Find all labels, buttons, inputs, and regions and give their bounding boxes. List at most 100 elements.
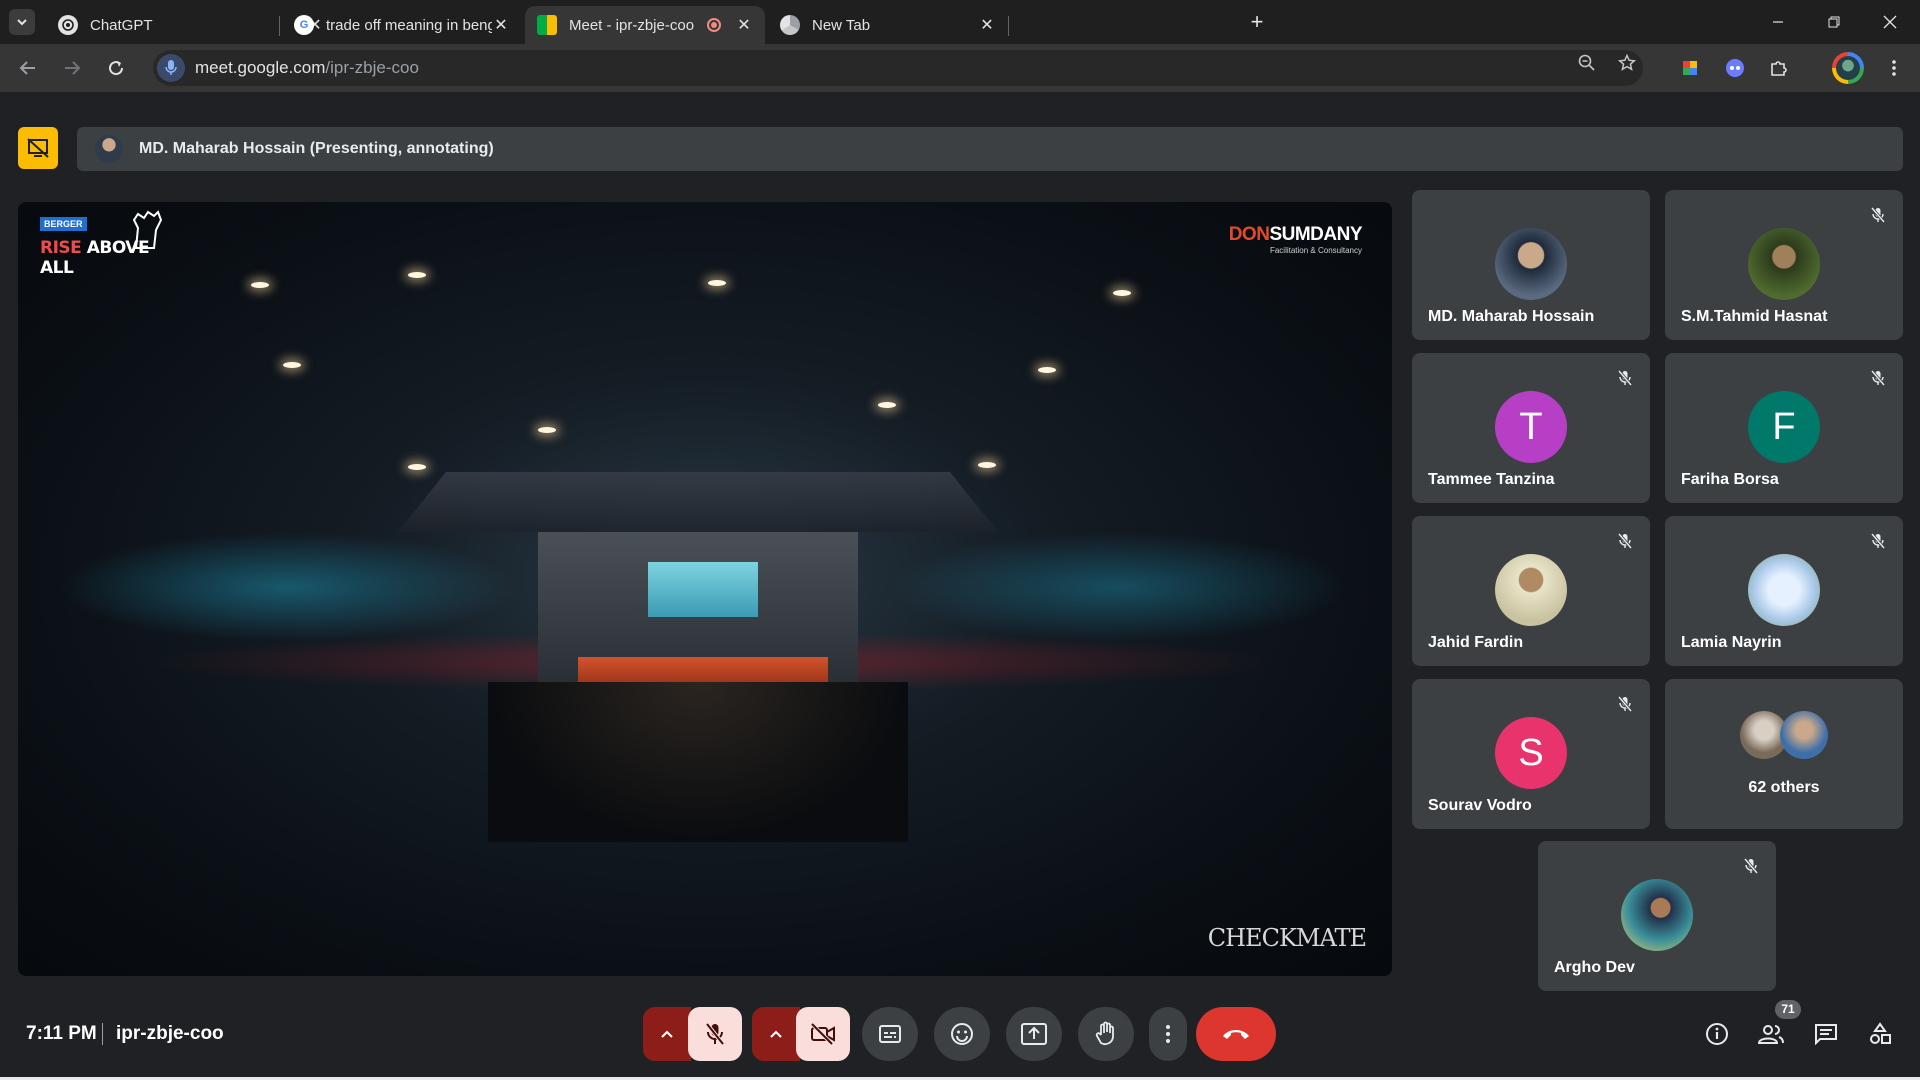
- checkmate-watermark: CHECKMATE: [1207, 924, 1367, 952]
- participant-tile[interactable]: Lamia Nayrin: [1665, 516, 1903, 666]
- camera-off-icon: [810, 1023, 835, 1045]
- address-bar[interactable]: meet.google.com/ipr-zbje-coo: [153, 50, 1643, 86]
- people-count-badge: 71: [1775, 1000, 1801, 1019]
- activities-button[interactable]: [1862, 1016, 1898, 1052]
- ceiling-light: [283, 362, 301, 368]
- sponsor-name: DONSUMDANY: [1228, 224, 1363, 246]
- close-tab-icon[interactable]: ✕: [978, 15, 996, 35]
- camera-toggle-button[interactable]: [796, 1007, 850, 1061]
- browser-menu-button[interactable]: [1880, 54, 1908, 82]
- present-off-icon: [27, 138, 49, 158]
- ceiling-light: [978, 462, 996, 468]
- participant-avatar: [1748, 554, 1820, 626]
- participant-avatar: [1621, 879, 1693, 951]
- participant-tile[interactable]: S.M.Tahmid Hasnat: [1665, 190, 1903, 340]
- berger-badge: BERGER: [40, 217, 87, 231]
- audience: [488, 682, 908, 842]
- stop-presenting-button[interactable]: [18, 127, 58, 169]
- reactions-button[interactable]: [934, 1007, 990, 1061]
- others-tile[interactable]: 62 others: [1665, 679, 1903, 829]
- stage-screen: [648, 562, 758, 617]
- sponsor-subtitle: Facilitation & Consultancy: [1269, 246, 1362, 255]
- microphone-icon: [165, 60, 177, 75]
- call-end-icon: [1223, 1030, 1249, 1039]
- others-avatar: [1780, 711, 1828, 759]
- new-tab-button[interactable]: +: [1245, 11, 1269, 35]
- tab-google-search[interactable]: G trade off meaning in bengali - G ✕: [282, 6, 522, 44]
- restore-button[interactable]: [1806, 0, 1862, 44]
- close-tab-icon[interactable]: ✕: [492, 15, 510, 35]
- meeting-details-button[interactable]: [1699, 1016, 1735, 1052]
- chat-button[interactable]: [1808, 1016, 1844, 1052]
- participant-tile[interactable]: Argho Dev: [1538, 841, 1776, 991]
- meet-icon: [537, 15, 557, 35]
- video-settings-button[interactable]: [752, 1007, 800, 1061]
- extension-mask-icon[interactable]: [1721, 54, 1749, 82]
- ceiling-light: [878, 402, 896, 408]
- back-button[interactable]: [14, 54, 42, 82]
- minimize-button[interactable]: [1750, 0, 1806, 44]
- site-info-button[interactable]: [157, 54, 185, 82]
- recording-indicator-icon: [707, 18, 721, 32]
- info-icon: [1706, 1023, 1728, 1045]
- tab-search-button[interactable]: [9, 9, 35, 35]
- forward-button[interactable]: [58, 54, 86, 82]
- others-count-label: 62 others: [1748, 779, 1820, 796]
- tab-title: New Tab: [812, 16, 871, 34]
- browser-tab-strip: ChatGPT ✕ G trade off meaning in bengali…: [0, 0, 1920, 44]
- chevron-down-icon: [17, 19, 27, 26]
- sponsor-name-part1: DON: [1228, 224, 1270, 245]
- mic-toggle-button[interactable]: [688, 1007, 742, 1061]
- participant-avatar: [1748, 228, 1820, 300]
- chevron-up-icon: [770, 1030, 782, 1038]
- captions-button[interactable]: [862, 1007, 918, 1061]
- close-window-button[interactable]: [1862, 0, 1918, 44]
- participant-tile[interactable]: MD. Maharab Hossain: [1412, 190, 1650, 340]
- tab-title: ChatGPT: [90, 16, 153, 34]
- tab-meet[interactable]: Meet - ipr-zbje-coo ✕: [525, 6, 765, 44]
- chrome-icon: [780, 15, 800, 35]
- presenter-banner: MD. Maharab Hossain (Presenting, annotat…: [77, 127, 1903, 171]
- people-button[interactable]: [1753, 1016, 1789, 1052]
- close-tab-icon[interactable]: ✕: [735, 15, 753, 35]
- ceiling-light: [538, 427, 556, 433]
- participant-tile[interactable]: F Fariha Borsa: [1665, 353, 1903, 503]
- ceiling-light: [251, 282, 269, 288]
- raised-fist-icon: [132, 210, 163, 249]
- participant-tile[interactable]: Jahid Fardin: [1412, 516, 1650, 666]
- present-to-all-icon: [1021, 1023, 1047, 1045]
- divider: [102, 1023, 103, 1045]
- participant-avatar: [1495, 228, 1567, 300]
- mic-off-icon: [1738, 853, 1764, 879]
- reload-button[interactable]: [102, 54, 130, 82]
- profile-photo: [1836, 56, 1860, 80]
- chatgpt-icon: [58, 15, 78, 35]
- ceiling-light: [1038, 367, 1056, 373]
- participant-name: S.M.Tahmid Hasnat: [1681, 308, 1828, 325]
- more-options-button[interactable]: [1149, 1007, 1187, 1061]
- present-now-button[interactable]: [1006, 1007, 1062, 1061]
- leave-call-button[interactable]: [1196, 1007, 1276, 1061]
- presenter-label: MD. Maharab Hossain (Presenting, annotat…: [139, 140, 494, 157]
- url-text[interactable]: meet.google.com/ipr-zbje-coo: [195, 58, 419, 78]
- meet-controls-bar: 7:11 PM ipr-zbje-coo 71: [0, 1000, 1920, 1080]
- raise-hand-button[interactable]: [1078, 1007, 1134, 1061]
- audio-settings-button[interactable]: [643, 1007, 691, 1061]
- chat-icon: [1815, 1024, 1837, 1045]
- zoom-icon[interactable]: [1576, 52, 1598, 74]
- extension-colorful-icon[interactable]: [1676, 54, 1704, 82]
- tab-title: Meet - ipr-zbje-coo: [569, 16, 695, 34]
- arrow-right-icon: [65, 61, 81, 75]
- url-path: /ipr-zbje-coo: [325, 58, 419, 77]
- participant-tile[interactable]: S Sourav Vodro: [1412, 679, 1650, 829]
- bookmark-star-icon[interactable]: [1616, 52, 1638, 74]
- profile-avatar[interactable]: [1832, 52, 1864, 84]
- mic-off-icon: [1865, 528, 1891, 554]
- tab-new-tab[interactable]: New Tab ✕: [768, 6, 1008, 44]
- ceiling-light: [1113, 290, 1131, 296]
- more-vertical-icon: [1892, 60, 1896, 76]
- meeting-time: 7:11 PM: [26, 1023, 97, 1044]
- reload-icon: [109, 61, 124, 76]
- participant-tile[interactable]: T Tammee Tanzina: [1412, 353, 1650, 503]
- extensions-puzzle-icon[interactable]: [1765, 54, 1793, 82]
